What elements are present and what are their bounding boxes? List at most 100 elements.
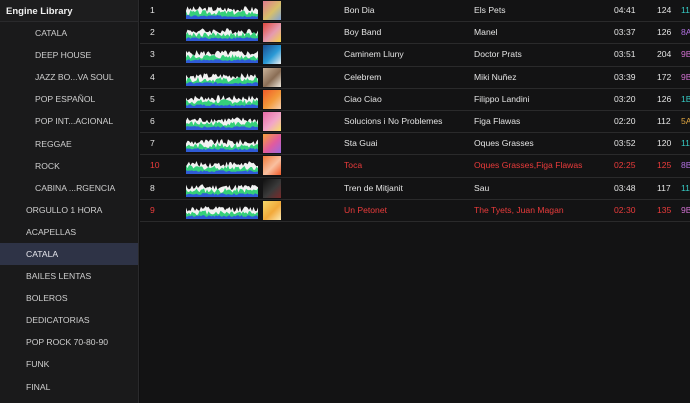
- track-artist: Oques Grasses,Figa Flawas: [474, 160, 583, 171]
- track-artist: Filippo Landini: [474, 93, 530, 104]
- track-bpm: 112: [657, 116, 671, 126]
- sidebar-item-label: ROCK: [35, 160, 60, 171]
- track-artist: Sau: [474, 182, 490, 193]
- track-number: 3: [150, 49, 155, 60]
- waveform-overview: [186, 202, 258, 219]
- waveform-overview: [186, 69, 258, 86]
- sidebar-item-catala[interactable]: CATALA: [0, 242, 138, 266]
- track-duration: 03:20: [614, 93, 636, 104]
- waveform-overview: [186, 91, 258, 108]
- track-key: 11: [681, 138, 690, 149]
- album-art: [263, 23, 281, 43]
- track-duration: 03:51: [614, 49, 636, 60]
- sidebar-item-label: REGGAE: [35, 138, 72, 149]
- track-number: 6: [150, 116, 155, 126]
- track-number: 7: [150, 138, 155, 149]
- track-row[interactable]: 4 Celebrem Miki Nuñez 03:39 172 9B: [140, 67, 690, 89]
- track-artist: Els Pets: [474, 5, 506, 15]
- album-art: [263, 1, 281, 20]
- sidebar-item-label: FINAL: [26, 381, 51, 392]
- sidebar-header[interactable]: Engine Library: [0, 0, 138, 22]
- track-bpm: 204: [657, 49, 672, 60]
- waveform-overview: [186, 24, 258, 42]
- track-title: Celebrem: [344, 71, 382, 82]
- waveform-overview: [186, 135, 258, 153]
- track-row[interactable]: 10 Toca Oques Grasses,Figa Flawas 02:25 125 8…: [140, 155, 690, 178]
- track-artist: Oques Grasses: [474, 138, 534, 149]
- sidebar-item-label: CATALA: [26, 248, 59, 259]
- track-row[interactable]: 6 Solucions i No Problemes Figa Flawas 02:2…: [140, 111, 690, 134]
- sidebar-item-jazz-bo-va-soul[interactable]: JAZZ BO...VA SOUL: [0, 66, 138, 88]
- sidebar-item-label: JAZZ BO...VA SOUL: [35, 72, 114, 83]
- track-key: 9B: [681, 71, 690, 82]
- track-title: Toca: [344, 160, 363, 171]
- track-duration: 04:41: [614, 5, 636, 15]
- sidebar-item-bailes-lentas[interactable]: BAILES LENTAS: [0, 265, 138, 287]
- waveform-overview: [186, 46, 258, 64]
- sidebar-item-label: ACAPELLAS: [26, 226, 77, 237]
- track-artist: Miki Nuñez: [474, 71, 517, 82]
- track-title: Caminem Lluny: [344, 49, 404, 60]
- track-title: Tren de Mitjanit: [344, 182, 403, 193]
- track-bpm: 126: [657, 93, 672, 104]
- track-row[interactable]: 1 Bon Dia Els Pets 04:41 124 11: [140, 0, 690, 23]
- track-key: 5A: [681, 116, 690, 126]
- track-duration: 03:52: [614, 138, 636, 149]
- track-row[interactable]: 7 Sta Guai Oques Grasses 03:52 120 11: [140, 133, 690, 156]
- track-number: 8: [150, 182, 155, 193]
- sidebar-item-label: POP ESPAÑOL: [35, 94, 96, 105]
- track-number: 1: [150, 5, 155, 15]
- sidebar-item-boleros[interactable]: BOLEROS: [0, 287, 138, 309]
- track-row[interactable]: 5 Ciao Ciao Filippo Landini 03:20 126 1B: [140, 89, 690, 111]
- sidebar-item-label: FUNK: [26, 359, 50, 370]
- track-artist: Figa Flawas: [474, 116, 521, 126]
- track-key: 11: [681, 182, 690, 193]
- sidebar-item-label: POP ROCK 70-80-90: [26, 337, 108, 348]
- track-key: 8B: [681, 160, 690, 171]
- sidebar-item-label: BOLEROS: [26, 293, 68, 304]
- track-row[interactable]: 9 Un Petonet The Tyets, Juan Magan 02:30 135…: [140, 200, 690, 222]
- track-title: Bon Dia: [344, 5, 375, 15]
- track-row[interactable]: 3 Caminem Lluny Doctor Prats 03:51 204 9B: [140, 44, 690, 67]
- sidebar-item-deep-house[interactable]: DEEP HOUSE: [0, 44, 138, 66]
- track-row[interactable]: 8 Tren de Mitjanit Sau 03:48 117 11: [140, 178, 690, 200]
- album-art: [263, 67, 281, 87]
- track-key: 9B: [681, 204, 690, 215]
- track-title: Boy Band: [344, 27, 382, 38]
- track-title: Solucions i No Problemes: [344, 116, 443, 126]
- sidebar-item-pop-rock-70-80-90[interactable]: POP ROCK 70-80-90: [0, 331, 138, 353]
- sidebar-item-acapellas[interactable]: ACAPELLAS: [0, 221, 138, 243]
- sidebar-item-catala[interactable]: CATALA: [0, 22, 138, 44]
- track-number: 10: [150, 160, 160, 171]
- sidebar-item-label: ORGULLO 1 HORA: [26, 204, 103, 215]
- track-bpm: 172: [657, 71, 672, 82]
- sidebar: Engine Library CATALA DEEP HOUSE JAZZ BO..…: [0, 0, 139, 403]
- waveform-overview: [186, 113, 258, 130]
- sidebar-item-cabina-rgencia[interactable]: CABINA ...RGENCIA: [0, 177, 138, 199]
- track-duration: 03:39: [614, 71, 636, 82]
- sidebar-item-reggae[interactable]: REGGAE: [0, 132, 138, 154]
- sidebar-item-funk[interactable]: FUNK: [0, 353, 138, 375]
- sidebar-item-pop-int-acional[interactable]: POP INT...ACIONAL: [0, 110, 138, 132]
- track-key: 8A: [681, 27, 690, 38]
- sidebar-item-orgullo-1-hora[interactable]: ORGULLO 1 HORA: [0, 199, 138, 221]
- sidebar-item-final[interactable]: FINAL: [0, 376, 138, 398]
- track-duration: 02:30: [614, 204, 636, 215]
- album-art: [263, 134, 281, 154]
- track-row[interactable]: 2 Boy Band Manel 03:37 126 8A: [140, 22, 690, 45]
- sidebar-item-pop-espa-ol[interactable]: POP ESPAÑOL: [0, 88, 138, 110]
- track-bpm: 117: [657, 182, 671, 193]
- track-number: 2: [150, 27, 155, 38]
- sidebar-item-dedicatorias[interactable]: DEDICATORIAS: [0, 309, 138, 331]
- track-title: Ciao Ciao: [344, 93, 382, 104]
- album-art: [263, 156, 281, 176]
- waveform-overview: [186, 157, 258, 175]
- track-bpm: 125: [657, 160, 672, 171]
- track-artist: Doctor Prats: [474, 49, 522, 60]
- track-table: 1 Bon Dia Els Pets 04:41 124 11 2 Boy Band Manel…: [140, 0, 690, 403]
- track-bpm: 135: [657, 204, 672, 215]
- sidebar-item-rock[interactable]: ROCK: [0, 155, 138, 177]
- waveform-overview: [186, 2, 258, 19]
- waveform-overview: [186, 180, 258, 197]
- album-art: [263, 200, 281, 220]
